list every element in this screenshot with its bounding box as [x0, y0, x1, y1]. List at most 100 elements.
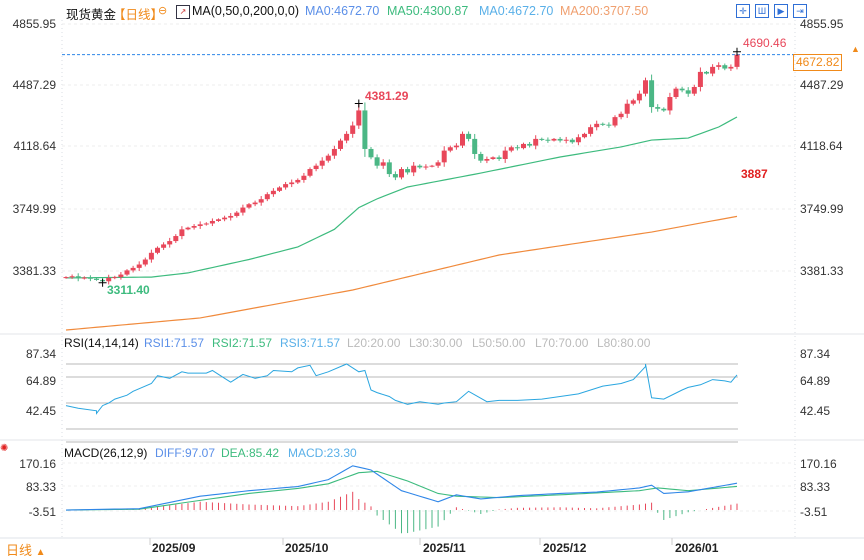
- candle-body: [508, 147, 514, 151]
- candle-body: [87, 277, 93, 279]
- alert-icon[interactable]: ✺: [0, 443, 8, 454]
- candle-body: [606, 124, 612, 126]
- candle-body: [277, 187, 282, 191]
- chart-canvas[interactable]: [0, 0, 864, 560]
- candle-body: [392, 174, 398, 178]
- candle-body: [173, 236, 179, 242]
- candle-body: [209, 220, 215, 224]
- candle-body: [624, 103, 630, 114]
- left-price-label: 4855.95: [12, 17, 56, 31]
- candle-body: [94, 278, 99, 280]
- candle-body: [191, 226, 197, 228]
- candle-body: [661, 108, 667, 111]
- time-axis-label: 2025/09: [152, 541, 196, 555]
- time-axis-label: 2025/12: [543, 541, 587, 555]
- macd-axis-label: -3.51: [28, 505, 56, 519]
- ma50-line: [65, 116, 738, 279]
- macd-axis-label: 83.33: [800, 480, 831, 494]
- candle-body: [148, 252, 154, 260]
- low-price-label: 3311.40: [107, 283, 150, 297]
- right-price-label: 4487.29: [800, 78, 844, 92]
- candle-body: [228, 215, 234, 218]
- candle-body: [344, 133, 350, 141]
- rsi-axis-label: 64.89: [25, 374, 56, 388]
- candle-body: [502, 150, 508, 159]
- candle-body: [630, 100, 636, 104]
- rsi-axis-label: 64.89: [800, 374, 831, 388]
- candle-body: [521, 143, 526, 149]
- candle-body: [618, 113, 624, 118]
- rsi1-value: RSI1:71.57: [144, 336, 205, 350]
- candle-body: [673, 88, 679, 98]
- candle-body: [649, 80, 655, 108]
- candle-body: [240, 207, 246, 213]
- left-price-label: 3749.99: [12, 202, 56, 216]
- candle-body: [557, 138, 563, 141]
- candle-body: [551, 138, 557, 141]
- right-price-label: 4855.95: [800, 17, 844, 31]
- candle-body: [691, 86, 697, 94]
- candle-body: [563, 139, 569, 141]
- candle-body: [313, 165, 319, 170]
- rsi-title: RSI(14,14,14): [64, 336, 139, 350]
- candle-body: [258, 199, 264, 203]
- candle-body: [179, 229, 185, 237]
- candle-body: [441, 150, 447, 163]
- candle-body: [417, 165, 423, 168]
- candle-body: [197, 224, 203, 227]
- candle-body: [136, 264, 142, 268]
- candle-body: [307, 169, 313, 176]
- candle-body: [124, 270, 130, 275]
- candle-body: [112, 277, 118, 279]
- rsi3-value: RSI3:71.57: [280, 336, 341, 350]
- time-axis-label: 2025/11: [423, 541, 466, 555]
- candle-body: [411, 165, 417, 173]
- candle-body: [380, 162, 386, 166]
- macd-axis-label: 83.33: [25, 480, 56, 494]
- candle-body: [655, 107, 661, 109]
- candle-body: [600, 123, 606, 125]
- candle-body: [161, 244, 167, 248]
- candle-body: [399, 169, 404, 178]
- candle-body: [130, 267, 136, 271]
- candle-body: [301, 175, 307, 180]
- candle-body: [81, 277, 87, 279]
- candle-body: [289, 182, 295, 185]
- low-marker: [98, 278, 107, 287]
- candle-body: [435, 162, 441, 166]
- candle-body: [167, 241, 173, 245]
- right-price-label: 4118.64: [800, 139, 843, 153]
- candle-body: [283, 184, 289, 188]
- candle-body: [246, 204, 252, 208]
- candle-body: [484, 159, 490, 161]
- candle-body: [142, 259, 148, 265]
- rsi-l20: L20:20.00: [347, 336, 401, 350]
- candle-body: [582, 133, 587, 138]
- candle-body: [539, 138, 545, 140]
- macd-axis-label: 170.16: [800, 457, 837, 471]
- candle-body: [362, 110, 368, 149]
- rsi-axis-label: 87.34: [800, 347, 831, 361]
- peak-price-label: 4381.29: [365, 89, 409, 103]
- candle-body: [75, 276, 81, 279]
- right-price-label: 3749.99: [800, 202, 844, 216]
- candle-body: [374, 157, 380, 166]
- side-value-label: 3887: [741, 167, 768, 181]
- candle-body: [490, 157, 496, 159]
- period-button[interactable]: 日线 ▲: [6, 540, 46, 559]
- candle-body: [252, 202, 258, 205]
- high-price-label: 4690.46: [743, 36, 787, 50]
- candle-body: [716, 65, 722, 67]
- candle-body: [69, 276, 75, 278]
- candle-body: [118, 274, 124, 278]
- candle-body: [734, 54, 740, 67]
- peak-marker: [354, 99, 363, 108]
- left-price-label: 4118.64: [13, 139, 57, 153]
- candle-body: [106, 277, 112, 282]
- scroll-up-icon[interactable]: ▲: [851, 44, 860, 54]
- diff-line: [65, 465, 738, 511]
- candle-body: [185, 227, 191, 230]
- rsi2-value: RSI2:71.57: [212, 336, 273, 350]
- candle-body: [472, 138, 478, 154]
- current-price-tag: 4672.82: [793, 54, 843, 71]
